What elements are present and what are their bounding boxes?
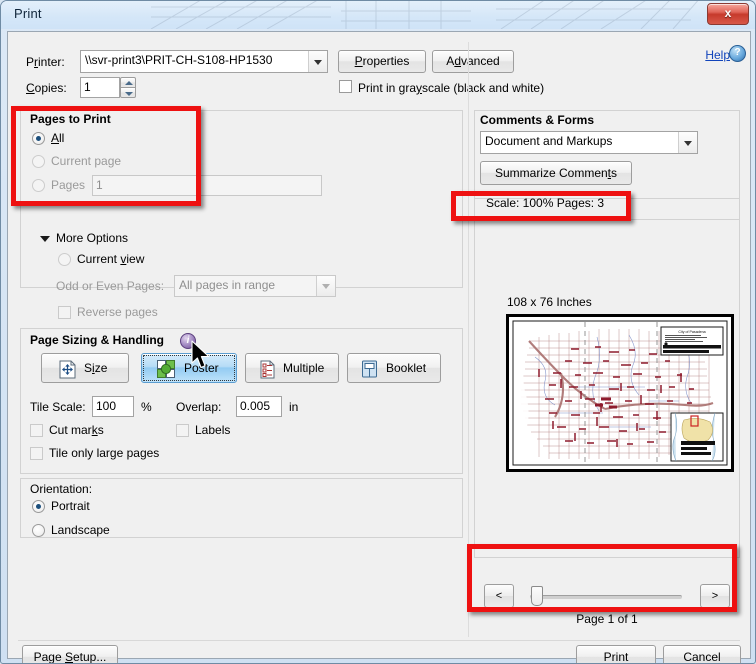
more-options-label[interactable]: More Options <box>56 231 128 245</box>
properties-button[interactable]: Properties <box>338 50 426 73</box>
prev-page-button[interactable]: < <box>484 584 514 608</box>
booklet-button[interactable]: Booklet <box>347 353 441 383</box>
printer-label: Printer: <box>26 55 65 69</box>
copies-input[interactable]: 1 <box>80 77 120 98</box>
tile-scale-unit: % <box>141 400 152 414</box>
next-page-button[interactable]: > <box>700 584 730 608</box>
booklet-button-label: Booklet <box>386 361 427 375</box>
radio-pages[interactable] <box>32 179 45 192</box>
labels-checkbox[interactable] <box>176 424 189 437</box>
column-divider <box>468 42 469 637</box>
odd-even-select-value: All pages in range <box>179 278 276 292</box>
tile-scale-input[interactable]: 100 <box>92 396 134 417</box>
odd-even-label: Odd or Even Pages: <box>56 279 165 293</box>
grayscale-label: Print in grayscale (black and white) <box>358 81 545 95</box>
printer-select[interactable]: \\svr-print3\PRIT-CH-S108-HP1530 <box>80 50 328 73</box>
booklet-icon <box>361 360 378 378</box>
chevron-down-icon <box>678 132 697 153</box>
radio-current-view[interactable] <box>58 253 71 266</box>
svg-text:City of Pasadena: City of Pasadena <box>678 330 705 334</box>
pages-to-print-header: Pages to Print <box>30 112 111 126</box>
poster-button[interactable]: Poster <box>141 353 237 383</box>
overlap-unit: in <box>289 400 299 414</box>
document-preview[interactable]: City of Pasadena <box>506 314 734 472</box>
dialog-client-area: Help ? Printer: \\svr-print3\PRIT-CH-S10… <box>7 31 751 663</box>
comments-forms-select[interactable]: Document and Markups <box>480 131 698 154</box>
window-title: Print <box>14 6 42 21</box>
info-icon[interactable]: i <box>180 333 196 349</box>
overlap-label: Overlap: <box>176 400 222 414</box>
reverse-pages-checkbox[interactable] <box>58 306 71 319</box>
radio-pages-label: Pages <box>51 178 86 192</box>
overlap-input[interactable]: 0.005 <box>236 396 282 417</box>
page-sizing-header: Page Sizing & Handling <box>30 333 165 347</box>
poster-button-label: Poster <box>184 361 219 375</box>
poster-tiles-icon <box>157 360 175 378</box>
printer-select-value: \\svr-print3\PRIT-CH-S108-HP1530 <box>85 53 273 67</box>
comments-forms-header: Comments & Forms <box>480 113 595 127</box>
copies-spinner-down[interactable] <box>120 87 136 98</box>
radio-all[interactable] <box>32 132 45 145</box>
cancel-button[interactable]: Cancel <box>663 645 741 663</box>
radio-current-view-label: Current view <box>77 252 145 266</box>
size-button[interactable]: Size <box>41 353 129 383</box>
radio-all-label: All <box>51 131 65 145</box>
page-slider-thumb[interactable] <box>531 586 543 606</box>
radio-portrait[interactable] <box>32 500 45 513</box>
radio-landscape[interactable] <box>32 524 45 537</box>
pages-range-input[interactable]: 1 <box>92 175 322 196</box>
scale-status-text: Scale: 100% Pages: 3 <box>486 196 605 210</box>
preview-size-label: 108 x 76 Inches <box>507 295 592 309</box>
chevron-down-icon <box>316 276 335 296</box>
advanced-button[interactable]: Advanced <box>432 50 514 73</box>
orientation-header: Orientation: <box>30 482 93 496</box>
radio-current-page-label: Current page <box>51 154 122 168</box>
tile-only-large-pages-checkbox[interactable] <box>30 447 43 460</box>
fit-size-icon <box>59 360 76 379</box>
more-options-expander-icon[interactable] <box>40 236 50 242</box>
help-link[interactable]: Help <box>705 48 730 62</box>
radio-landscape-label: Landscape <box>51 523 110 537</box>
odd-even-select[interactable]: All pages in range <box>174 275 336 297</box>
summarize-comments-label: Summarize Comments <box>494 166 618 180</box>
tile-scale-label: Tile Scale: <box>30 400 86 414</box>
cut-marks-label: Cut marks <box>49 423 104 437</box>
page-nav-bar: < > Page 1 of 1 <box>478 579 736 633</box>
reverse-pages-label: Reverse pages <box>77 305 158 319</box>
multiple-button[interactable]: Multiple <box>245 353 339 383</box>
chevron-down-icon <box>308 51 327 72</box>
copies-spinner[interactable] <box>120 77 136 98</box>
size-button-label: Size <box>84 361 108 375</box>
chevron-up-icon <box>125 81 133 85</box>
help-question-icon[interactable]: ? <box>729 45 746 62</box>
page-slider-track[interactable] <box>530 595 682 599</box>
page-of-label: Page 1 of 1 <box>576 612 638 626</box>
radio-portrait-label: Portrait <box>51 499 90 513</box>
multiple-button-label: Multiple <box>283 361 325 375</box>
summarize-comments-button[interactable]: Summarize Comments <box>480 161 632 185</box>
labels-label: Labels <box>195 423 231 437</box>
title-bar: Print x <box>1 1 755 29</box>
chevron-down-icon <box>125 92 133 96</box>
comments-forms-select-value: Document and Markups <box>485 134 613 148</box>
multiple-pages-icon <box>259 360 276 379</box>
print-dialog-window: Print x Help ? Printer: \\svr-print3\PRI… <box>0 0 756 664</box>
print-button[interactable]: Print <box>576 645 656 663</box>
titlebar-glass-backdrop <box>1 1 755 29</box>
tile-only-large-pages-label: Tile only large pages <box>49 446 160 460</box>
footer-divider <box>18 640 740 641</box>
copies-label: Copies: <box>26 81 67 95</box>
radio-current-page[interactable] <box>32 155 45 168</box>
grayscale-checkbox[interactable] <box>339 80 352 93</box>
page-setup-button[interactable]: Page Setup... <box>22 645 118 663</box>
cut-marks-checkbox[interactable] <box>30 424 43 437</box>
close-button[interactable]: x <box>707 3 749 25</box>
